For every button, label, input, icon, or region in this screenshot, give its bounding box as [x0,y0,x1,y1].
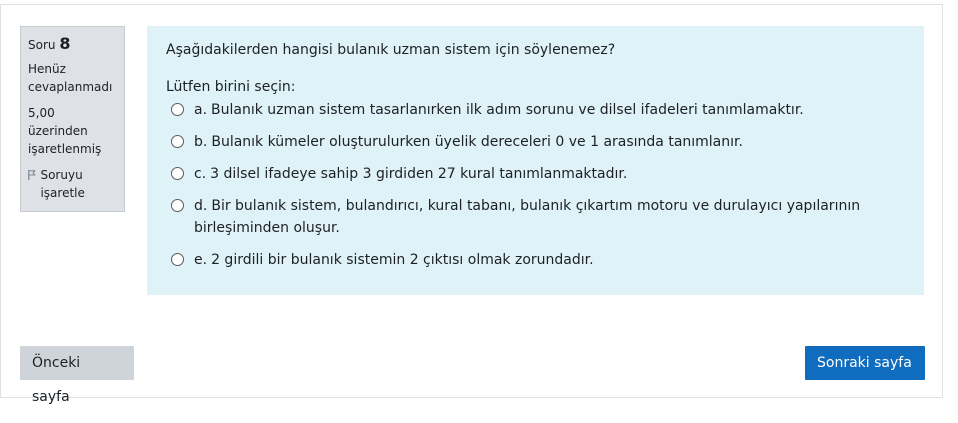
answer-option-label[interactable]: d. Bir bulanık sistem, bulandırıcı, kural… [194,195,905,239]
answer-option-b[interactable]: b. Bulanık kümeler oluşturulurken üyelik … [166,131,905,153]
question-status: Henüz cevaplanmadı [28,62,113,94]
quiz-page-frame: Soru 8 Henüz cevaplanmadı 5,00 üzerinden… [0,4,943,405]
answer-text: 2 girdili bir bulanık sistemin 2 çıktısı… [211,252,594,268]
answer-letter: b. [194,134,208,150]
radio-unchecked-icon[interactable] [171,167,184,180]
flag-question-label[interactable]: Soruyu işaretle [40,166,117,202]
question-number: 8 [59,34,71,53]
flag-question-toggle[interactable]: Soruyu işaretle [28,166,117,202]
answer-letter: c. [194,166,207,182]
answer-text: Bulanık kümeler oluşturulurken üyelik de… [211,134,743,150]
answer-list: a. Bulanık uzman sistem tasarlanırken ilk… [166,99,905,271]
question-number-row: Soru 8 [28,35,117,54]
answer-letter: e. [194,252,208,268]
answer-text: 3 dilsel ifadeye sahip 3 girdiden 27 kur… [210,166,628,182]
answer-letter: d. [194,198,208,214]
answer-option-label[interactable]: b. Bulanık kümeler oluşturulurken üyelik … [194,131,905,153]
question-text: Aşağıdakilerden hangisi bulanık uzman si… [166,42,616,58]
answer-option-label[interactable]: e. 2 girdili bir bulanık sistemin 2 çıktı… [194,249,905,271]
answer-text: Bulanık uzman sistem tasarlanırken ilk a… [211,102,804,118]
question-label: Soru [28,38,56,52]
question-info-panel: Soru 8 Henüz cevaplanmadı 5,00 üzerinden… [20,26,125,212]
next-page-button[interactable]: Sonraki sayfa [805,346,925,380]
question-content: Aşağıdakilerden hangisi bulanık uzman si… [147,26,924,295]
answer-text: Bir bulanık sistem, bulandırıcı, kural t… [194,198,861,236]
radio-unchecked-icon[interactable] [171,135,184,148]
answer-option-label[interactable]: c. 3 dilsel ifadeye sahip 3 girdiden 27 k… [194,163,905,185]
answer-letter: a. [194,102,208,118]
answer-option-label[interactable]: a. Bulanık uzman sistem tasarlanırken ilk… [194,99,905,121]
radio-unchecked-icon[interactable] [171,199,184,212]
radio-unchecked-icon[interactable] [171,253,184,266]
answer-prompt: Lütfen birini seçin: [166,79,296,95]
question-grade: 5,00 üzerinden işaretlenmiş [28,106,102,156]
radio-unchecked-icon[interactable] [171,103,184,116]
flag-outline-icon [28,169,36,181]
answer-option-e[interactable]: e. 2 girdili bir bulanık sistemin 2 çıktı… [166,249,905,271]
answer-option-a[interactable]: a. Bulanık uzman sistem tasarlanırken ilk… [166,99,905,121]
answer-option-d[interactable]: d. Bir bulanık sistem, bulandırıcı, kural… [166,195,905,239]
previous-page-button[interactable]: Önceki sayfa [20,346,134,405]
answer-option-c[interactable]: c. 3 dilsel ifadeye sahip 3 girdiden 27 k… [166,163,905,185]
